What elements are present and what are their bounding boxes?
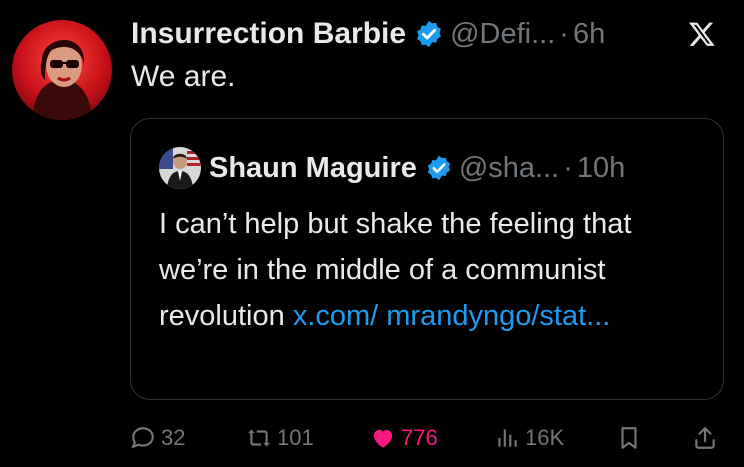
views-count: 16K xyxy=(525,425,565,450)
verified-icon xyxy=(417,20,441,48)
tweet-time[interactable]: 6h xyxy=(573,18,605,51)
like-icon xyxy=(373,429,393,448)
author-handle[interactable]: @Defi... xyxy=(450,18,555,51)
time-separator: · xyxy=(559,17,569,50)
like-button[interactable]: 776 xyxy=(370,420,438,456)
x-logo-icon xyxy=(689,22,715,46)
quoted-link[interactable]: x.com/ mrandyngo/stat... xyxy=(293,300,611,332)
views-icon xyxy=(498,429,517,447)
share-button[interactable] xyxy=(692,420,723,456)
author-avatar[interactable] xyxy=(12,20,112,120)
repost-count: 101 xyxy=(277,425,314,450)
repost-icon xyxy=(248,429,270,447)
action-bar: 32 101 776 16K xyxy=(130,420,730,456)
like-count: 776 xyxy=(401,425,438,450)
quoted-tweet[interactable]: Shaun Maguire @sha... · 10h I can’t help… xyxy=(130,118,724,400)
quoted-header: Shaun Maguire @sha... · 10h xyxy=(159,147,625,189)
quoted-author-handle: @sha... xyxy=(458,151,560,184)
views-button[interactable]: 16K xyxy=(494,420,564,456)
author-name[interactable]: Insurrection Barbie xyxy=(131,17,406,51)
reply-icon xyxy=(131,427,154,449)
repost-button[interactable]: 101 xyxy=(246,420,314,456)
quoted-author-avatar xyxy=(159,147,201,189)
time-separator: · xyxy=(563,151,573,184)
quoted-text: I can’t help but shake the feeling that … xyxy=(159,201,699,339)
quoted-time: 10h xyxy=(576,151,626,184)
share-icon xyxy=(695,427,715,449)
tweet-text: We are. xyxy=(131,60,236,93)
reply-count: 32 xyxy=(161,425,186,450)
reply-button[interactable]: 32 xyxy=(130,420,185,456)
quoted-author-name: Shaun Maguire xyxy=(209,151,417,184)
bookmark-icon xyxy=(621,427,637,449)
tweet-header: Insurrection Barbie @Defi... · 6h xyxy=(131,14,724,54)
verified-icon xyxy=(427,155,450,181)
bookmark-button[interactable] xyxy=(616,420,647,456)
